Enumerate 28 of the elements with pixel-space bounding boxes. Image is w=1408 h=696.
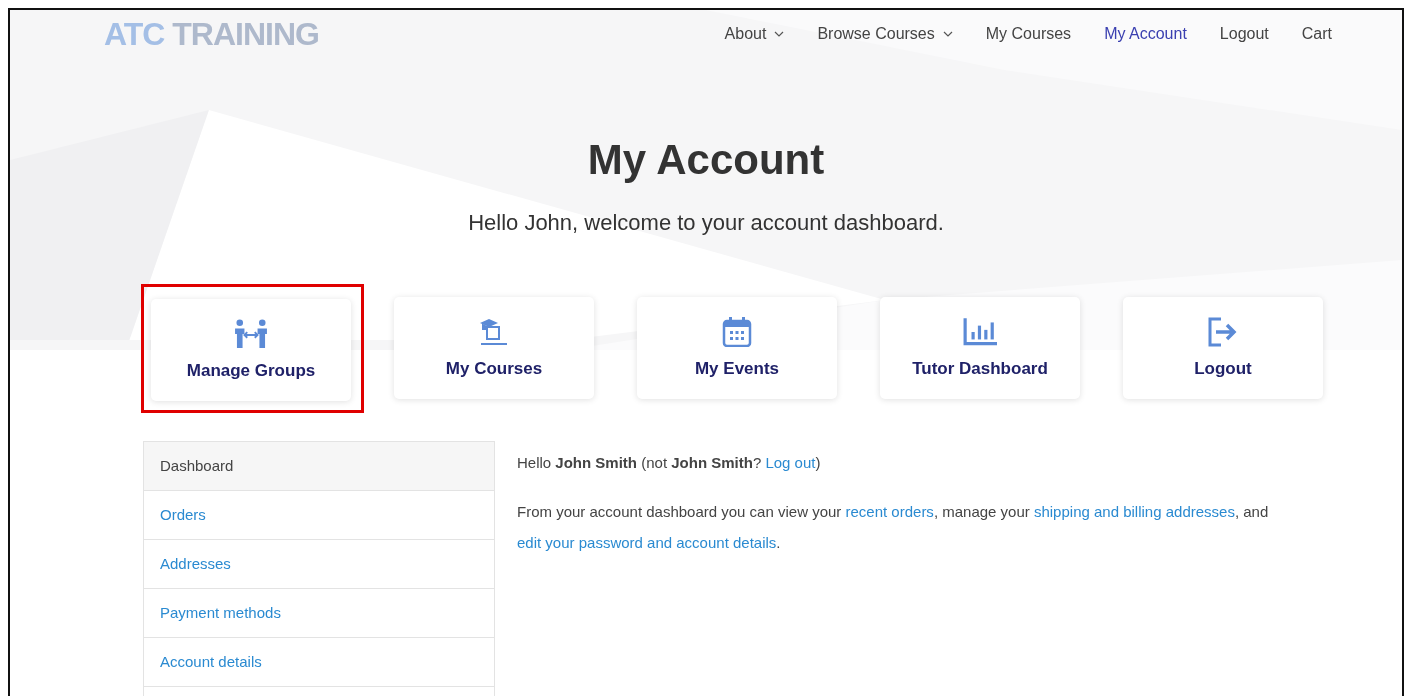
sidebar-item[interactable]: Orders	[144, 491, 494, 540]
account-paragraph: From your account dashboard you can view your recent orders, manage your shipping and billing addresses, and edit your password and account details.	[517, 502, 1270, 553]
sidebar-item[interactable]: Account details	[144, 638, 494, 687]
welcome-text: Hello John, welcome to your account dashboard.	[467, 210, 945, 236]
dashboard-tile[interactable]: My Events	[637, 297, 837, 399]
sidebar-item[interactable]: Payment methods	[144, 589, 494, 638]
dashboard-tile[interactable]: Manage Groups	[151, 299, 351, 401]
caret-icon	[942, 31, 953, 37]
dashboard-tile[interactable]: Logout	[1123, 297, 1323, 399]
nav-link[interactable]: My Courses	[985, 25, 1072, 43]
bar-chart-icon	[963, 317, 997, 347]
dashboard-tile[interactable]: My Courses	[394, 297, 594, 399]
dashboard-tile[interactable]: Tutor Dashboard	[880, 297, 1080, 399]
nav-link[interactable]: My Account	[1104, 25, 1187, 43]
sidebar-item[interactable]: Dashboard	[144, 442, 494, 491]
nav-link[interactable]: About	[724, 25, 785, 43]
caret-icon	[774, 31, 785, 37]
nav-link[interactable]: Browse Courses	[817, 25, 953, 43]
account-paragraph: Hello John Smith (not John Smith? Log out)	[517, 453, 822, 473]
nav-link[interactable]: Logout	[1219, 25, 1269, 43]
nav-link[interactable]: Cart	[1301, 25, 1332, 43]
calendar-icon	[720, 317, 754, 347]
page-title: My Account	[586, 136, 826, 184]
sidebar-item[interactable]: Addresses	[144, 540, 494, 589]
text-link[interactable]: Log out	[765, 454, 816, 471]
text-link[interactable]: shipping and billing addresses	[1033, 503, 1235, 520]
text-link[interactable]: recent orders	[845, 503, 934, 520]
people-exchange-icon	[234, 319, 268, 349]
